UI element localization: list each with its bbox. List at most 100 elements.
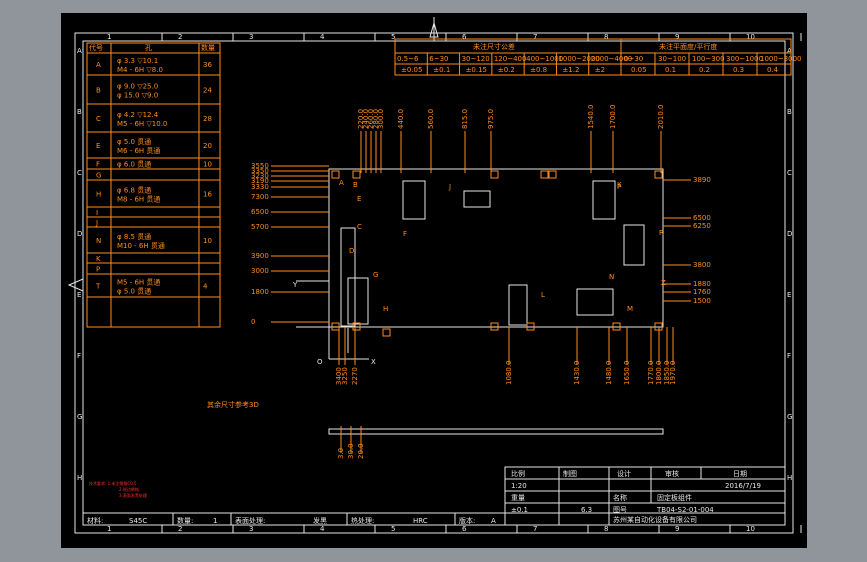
designer-label: 设计 — [617, 469, 631, 478]
hole-marker — [490, 170, 499, 179]
plan-hole-letter: X — [371, 358, 376, 366]
hole-code: J — [95, 219, 98, 227]
border-number-bottom: 10 — [746, 525, 755, 533]
plan-hole-letter: Y — [292, 281, 298, 289]
plan-hole-letter: F — [403, 230, 407, 238]
hole-spec: M4 - 6H ▽8.0 — [117, 66, 163, 74]
flatness-range: 0~30 — [624, 55, 643, 63]
drawing-number-label: 图号 — [613, 506, 627, 514]
border-number-top: 1 — [107, 33, 111, 41]
tolerance-value: ±2 — [595, 66, 605, 74]
plan-left-dimension: 3900 — [251, 252, 269, 260]
part-name-label: 名称 — [613, 493, 627, 502]
border-number-top: 6 — [462, 33, 467, 41]
plan-hole-letter: N — [609, 273, 614, 281]
side-view: 3.0 30.0 20.0 — [328, 426, 664, 459]
flatness-value: 0.3 — [733, 66, 744, 74]
hole-spec: φ 3.3 ▽10.1 — [117, 57, 158, 65]
plan-right-dimension: 3890 — [693, 176, 711, 184]
plan-left-dimension: 3330 — [251, 183, 269, 191]
hole-code: T — [95, 283, 101, 291]
border-letter-right: C — [787, 169, 792, 177]
border-number-bottom: 8 — [604, 525, 608, 533]
hole-marker — [352, 170, 361, 179]
drawn-label: 制图 — [563, 469, 577, 478]
plan-hole-letter: B — [353, 181, 358, 189]
surface-label: 表面处理: — [235, 516, 265, 525]
hole-table-header-qty: 数量 — [201, 43, 215, 52]
center-arrow-left — [67, 278, 84, 292]
border-letter-right: G — [787, 413, 792, 421]
hole-quantity: 20 — [203, 142, 212, 150]
tolerance-value: ±0.15 — [466, 66, 487, 74]
plan-top-dimension: 975.0 — [487, 109, 495, 129]
border-letter-right: H — [787, 474, 792, 482]
plan-hole-letter: R — [659, 229, 664, 237]
border-letter-left: G — [77, 413, 82, 421]
hole-spec: M6 - 6H 贯通 — [117, 146, 160, 155]
hole-spec: φ 9.0 ▽25.0 — [117, 83, 158, 91]
hole-code: P — [96, 266, 100, 274]
hole-code: A — [96, 61, 101, 69]
surface-value: 发黑 — [313, 516, 327, 525]
hole-quantity: 16 — [203, 191, 212, 199]
border-letter-left: E — [77, 291, 81, 299]
tolerance-value: ±0.1 — [433, 66, 450, 74]
plan-hole-letter: A — [339, 179, 344, 187]
border-number-bottom: 9 — [675, 525, 679, 533]
plan-view: 220.0240.0260.0280.0300.0 440.0 560.0 815.0… — [251, 105, 711, 386]
version-label: 版本: — [459, 516, 475, 525]
plan-left-dimension: 5700 — [251, 223, 269, 231]
requirement-note: 2.锐边倒钝 — [119, 486, 139, 492]
plan-bottom-dimension: 1650.0 — [623, 361, 631, 386]
requirement-note: 技术要求: 1.未注倒角C0.5 — [89, 480, 137, 486]
border-letter-left: F — [77, 352, 81, 360]
weight-label: 重量 — [511, 494, 525, 502]
plan-bottom-dimension: 1800.0 — [655, 361, 663, 386]
hole-spec: φ 15.0 ▽9.0 — [117, 92, 158, 100]
plan-bottom-dimension: 1080.0 — [505, 361, 513, 386]
plan-hole-letter: P — [617, 183, 621, 191]
quantity-value: 1 — [213, 517, 217, 525]
heat-treatment-value: HRC — [413, 517, 428, 525]
tolerance-title-dimension: 未注尺寸公差 — [473, 42, 515, 51]
plan-top-dimension: 2010.0 — [657, 105, 665, 130]
drawing-number-value: TB04-S2-01-004 — [656, 506, 714, 514]
hole-code: F — [96, 161, 100, 169]
hole-code: I — [96, 209, 98, 217]
hole-code: K — [96, 255, 101, 263]
plan-left-dimension: 6500 — [251, 208, 269, 216]
tolerance-range: 6~30 — [429, 55, 448, 63]
plan-hole-letter: E — [357, 195, 361, 203]
plan-right-dimension: 1880 — [693, 280, 711, 288]
review-label: 审核 — [665, 469, 679, 478]
flatness-range: 30~100 — [658, 55, 686, 63]
plan-hole-letter: D — [349, 247, 354, 255]
plan-right-dimension: 6500 — [693, 214, 711, 222]
tolerance-table: 未注尺寸公差 未注平面度/平行度 0.5~6 ±0.05 6~30 ±0.1 30~12… — [394, 38, 802, 76]
flatness-range: 1000~3000 — [760, 55, 802, 63]
flatness-value: 0.1 — [665, 66, 676, 74]
border-number-top: 3 — [249, 33, 253, 41]
hole-quantity: 36 — [203, 61, 212, 69]
plan-hole-letter: O — [317, 358, 323, 366]
requirement-note: 3.表面发黑处理 — [119, 492, 147, 498]
border-number-bottom: 6 — [462, 525, 467, 533]
hole-code: B — [96, 87, 101, 95]
date-value: 2016/7/19 — [725, 482, 761, 490]
hole-code: G — [96, 172, 101, 180]
hole-marker — [540, 170, 549, 179]
hole-table-header-hole: 孔 — [145, 44, 152, 52]
plan-hole-letter: Z — [661, 279, 666, 287]
roughness-value: 6.3 — [581, 506, 592, 514]
cad-drawing-canvas[interactable]: 1122334455667788991010 A AB BC CD DE EF FG GH H … — [61, 13, 807, 548]
plan-hole-letter: H — [383, 305, 388, 313]
border-letter-right: B — [787, 108, 792, 116]
date-label: 日期 — [733, 470, 747, 478]
border-letter-right: D — [787, 230, 792, 238]
plan-bottom-dimension: 1770.0 — [647, 361, 655, 386]
plan-left-dimension: 7300 — [251, 193, 269, 201]
plan-top-dimension: 440.0 — [397, 109, 405, 129]
hole-spec: φ 5.0 贯通 — [117, 287, 151, 296]
plan-top-dimension: 300.0 — [377, 109, 385, 129]
